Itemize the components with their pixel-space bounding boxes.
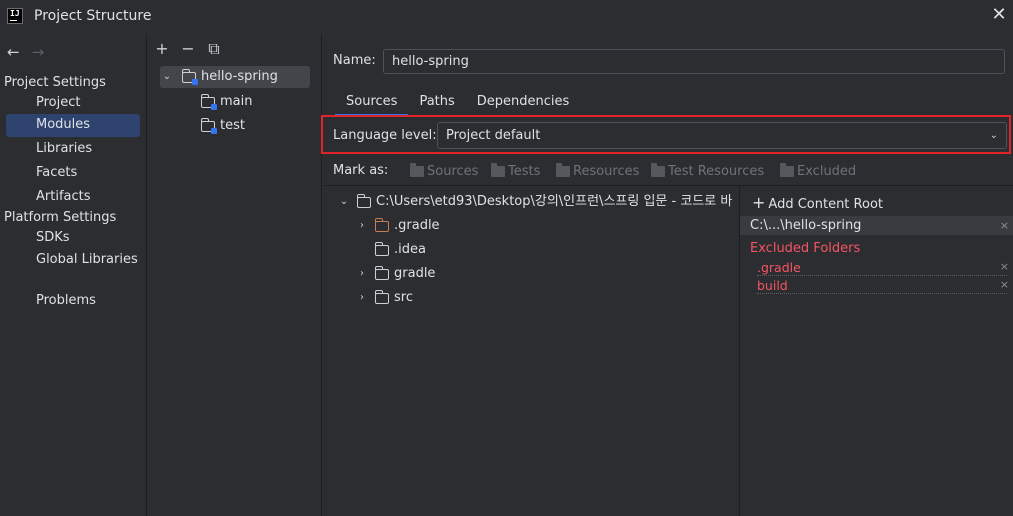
language-level-value: Project default [446, 128, 541, 143]
language-level-label: Language level: [333, 128, 437, 143]
tree-item-label: .idea [394, 242, 426, 257]
mark-as-tests-button[interactable]: Tests [491, 163, 541, 179]
add-content-root-button[interactable]: + Add Content Root [752, 193, 883, 212]
sidebar-item-facets[interactable]: Facets [6, 162, 140, 185]
remove-icon[interactable]: − [180, 39, 196, 59]
tests-folder-icon [491, 163, 505, 177]
button-label: Test Resources [668, 164, 765, 179]
plus-icon: + [752, 193, 766, 212]
tree-item-label: C:\Users\etd93\Desktop\강의\인프런\스프링 입문 - 코… [376, 194, 733, 209]
add-icon[interactable]: + [154, 39, 170, 59]
tree-item-main[interactable]: main [201, 91, 252, 113]
content-root-panel: + Add Content Root C:\...\hello-spring × … [740, 186, 1013, 516]
sources-folder-icon [410, 163, 424, 177]
folder-icon [375, 265, 389, 280]
chevron-right-icon[interactable]: › [355, 263, 369, 285]
button-label: Tests [508, 164, 541, 179]
tree-item-gradle[interactable]: › gradle [355, 263, 435, 285]
module-folder-icon [182, 68, 198, 85]
forward-arrow-icon[interactable]: → [32, 43, 45, 61]
chevron-down-icon: ⌄ [989, 130, 998, 141]
button-label: Resources [573, 164, 640, 179]
copy-icon[interactable]: ⧉ [206, 39, 222, 59]
test-resources-folder-icon [651, 163, 665, 177]
excluded-folder-item: .gradle [757, 260, 1007, 276]
tree-item-label: main [220, 94, 253, 109]
folder-icon [375, 241, 389, 256]
project-settings-header: Project Settings [4, 75, 106, 90]
folder-icon [357, 193, 371, 208]
content-root-path-label: C:\...\hello-spring [750, 218, 862, 233]
resources-folder-icon [556, 163, 570, 177]
chevron-down-icon[interactable]: ⌄ [160, 66, 174, 88]
tab-paths[interactable]: Paths [408, 90, 465, 116]
tree-item-gradle-hidden[interactable]: › .gradle [355, 215, 440, 237]
sidebar-item-artifacts[interactable]: Artifacts [6, 186, 140, 209]
mark-as-excluded-button[interactable]: Excluded [780, 163, 857, 179]
tree-item-label: .gradle [394, 218, 440, 233]
tree-item-src[interactable]: › src [355, 287, 413, 309]
sidebar-item-global-libraries[interactable]: Global Libraries [6, 249, 140, 272]
tree-item-hello-spring[interactable]: ⌄ hello-spring [160, 66, 310, 88]
tree-item-content-root[interactable]: ⌄ C:\Users\etd93\Desktop\강의\인프런\스프링 입문 -… [337, 191, 732, 213]
sidebar-item-project[interactable]: Project [6, 92, 140, 115]
settings-sidebar: ← → Project Settings Project Modules Lib… [0, 34, 147, 516]
name-label: Name: [333, 53, 376, 68]
sidebar-item-modules[interactable]: Modules [6, 114, 140, 137]
tree-item-test[interactable]: test [201, 115, 245, 137]
module-name-input[interactable]: hello-spring [383, 49, 1005, 74]
sidebar-item-libraries[interactable]: Libraries [6, 138, 140, 161]
excluded-folder-label: .gradle [757, 260, 801, 275]
tree-item-idea[interactable]: .idea [355, 239, 426, 261]
tree-item-label: test [220, 118, 245, 133]
window-title: Project Structure [34, 8, 152, 24]
excluded-folders-title: Excluded Folders [750, 241, 861, 256]
close-icon[interactable]: ✕ [991, 6, 1007, 26]
sidebar-item-sdks[interactable]: SDKs [6, 227, 140, 250]
intellij-logo-icon: IJ [7, 8, 23, 24]
mark-as-test-resources-button[interactable]: Test Resources [651, 163, 765, 179]
back-arrow-icon[interactable]: ← [7, 43, 20, 61]
button-label: Sources [427, 164, 479, 179]
chevron-down-icon[interactable]: ⌄ [337, 191, 351, 213]
remove-icon[interactable]: × [1000, 216, 1009, 235]
tree-item-label: hello-spring [201, 69, 278, 84]
title-bar: IJ Project Structure ✕ [0, 0, 1013, 34]
content-tree: ⌄ C:\Users\etd93\Desktop\강의\인프런\스프링 입문 -… [323, 186, 739, 516]
remove-icon[interactable]: × [1000, 278, 1009, 291]
sidebar-item-problems[interactable]: Problems [6, 290, 140, 313]
platform-settings-header: Platform Settings [4, 210, 117, 225]
button-label: Add Content Root [768, 197, 883, 212]
mark-as-sources-button[interactable]: Sources [410, 163, 479, 179]
module-folder-icon [201, 93, 217, 110]
remove-icon[interactable]: × [1000, 260, 1009, 273]
tree-item-label: gradle [394, 266, 436, 281]
module-tabs: Sources Paths Dependencies [335, 90, 581, 117]
mark-as-resources-button[interactable]: Resources [556, 163, 640, 179]
module-folder-icon [201, 117, 217, 134]
excluded-folder-label: build [757, 278, 788, 293]
tab-dependencies[interactable]: Dependencies [466, 90, 581, 116]
folder-icon [375, 289, 389, 304]
excluded-folder-icon [375, 217, 389, 232]
language-level-select[interactable]: Project default ⌄ [437, 122, 1007, 149]
module-tree-panel: + − ⧉ ⌄ hello-spring main test [148, 34, 322, 516]
excluded-folder-item: build [757, 278, 1007, 294]
module-settings-panel: Name: hello-spring Sources Paths Depende… [321, 34, 1013, 516]
chevron-right-icon[interactable]: › [355, 215, 369, 237]
excluded-folder-icon [780, 163, 794, 177]
content-root-path[interactable]: C:\...\hello-spring × [740, 216, 1013, 235]
tab-sources[interactable]: Sources [335, 90, 409, 117]
chevron-right-icon[interactable]: › [355, 287, 369, 309]
mark-as-label: Mark as: [333, 163, 389, 178]
button-label: Excluded [797, 164, 857, 179]
tree-item-label: src [394, 290, 413, 305]
